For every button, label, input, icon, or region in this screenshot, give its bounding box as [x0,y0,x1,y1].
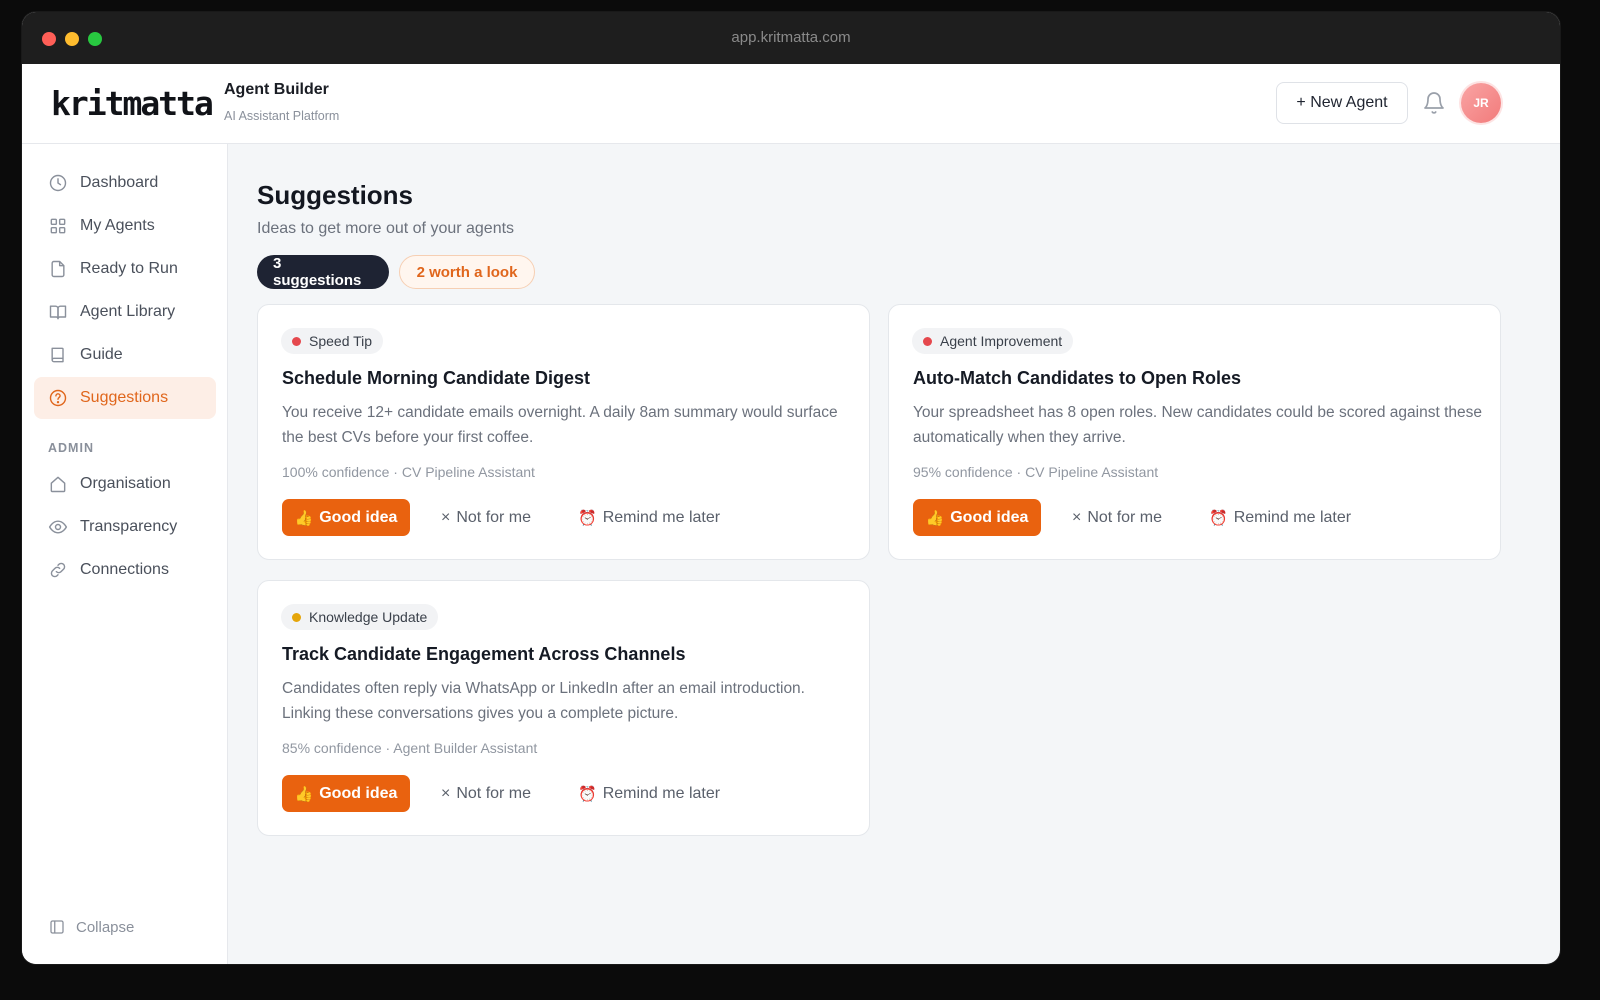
sidebar: Dashboard My Agents Ready to Run Agent L… [22,144,228,964]
suggestion-description: Your spreadsheet has 8 open roles. New c… [913,404,1482,446]
sidebar-item-agent-library[interactable]: Agent Library [34,291,216,333]
app-header: kritmatta Agent Builder AI Assistant Pla… [22,64,1560,144]
close-icon: × [441,508,451,526]
remind-later-label: Remind me later [1233,508,1352,526]
close-icon: × [1072,508,1082,526]
collapse-sidebar-button[interactable]: Collapse [48,918,134,936]
category-tag: Speed Tip [281,328,384,354]
category-dot [292,336,301,346]
thumbs-up-icon: 👍 [925,508,945,527]
sidebar-item-label: Guide [80,346,123,363]
suggestion-title: Track Candidate Engagement Across Channe… [282,644,686,664]
page-subtitle: Ideas to get more out of your agents [257,220,515,237]
suggestion-card: Speed Tip Schedule Morning Candidate Dig… [257,304,870,560]
remind-later-label: Remind me later [602,784,721,802]
category-dot [923,336,932,346]
sidebar-item-organisation[interactable]: Organisation [34,463,216,505]
sidebar-item-my-agents[interactable]: My Agents [34,205,216,247]
app-title: Agent Builder [224,81,329,98]
user-avatar[interactable]: JR [1461,83,1501,123]
not-for-me-label: Not for me [1087,508,1163,526]
suggestion-card: Agent Improvement Auto-Match Candidates … [888,304,1501,560]
sidebar-panel-icon [50,920,64,934]
thumbs-up-icon: 👍 [294,508,314,527]
alarm-clock-icon: ⏰ [578,784,597,803]
sidebar-item-suggestions[interactable]: Suggestions [34,377,216,419]
good-idea-label: Good idea [319,784,398,802]
suggestion-meta: 95% confidence · CV Pipeline Assistant [913,464,1159,480]
suggestion-meta: 85% confidence · Agent Builder Assistant [282,740,538,756]
suggestion-title: Auto-Match Candidates to Open Roles [913,368,1242,388]
good-idea-button[interactable]: 👍 Good idea [282,775,410,812]
category-dot [292,612,301,622]
alarm-clock-icon: ⏰ [578,508,597,527]
not-for-me-button[interactable]: × Not for me [1072,499,1162,536]
address-bar-url: app.kritmatta.com [731,29,851,46]
not-for-me-button[interactable]: × Not for me [441,775,531,812]
app-subtitle: AI Assistant Platform [224,109,340,123]
filter-worth-a-look[interactable]: 2 worth a look [399,255,535,289]
grid-icon [50,218,66,234]
bell-icon[interactable] [1422,91,1446,115]
not-for-me-label: Not for me [456,508,532,526]
collapse-label: Collapse [76,918,135,936]
eye-icon [48,520,68,534]
category-label: Agent Improvement [940,333,1063,349]
category-label: Speed Tip [309,333,373,349]
sidebar-item-label: Connections [80,561,169,578]
remind-later-label: Remind me later [602,508,721,526]
good-idea-button[interactable]: 👍 Good idea [282,499,410,536]
category-tag: Knowledge Update [281,604,439,630]
browser-titlebar: app.kritmatta.com [22,12,1560,64]
new-agent-button[interactable]: + New Agent [1276,82,1408,124]
sidebar-item-label: Agent Library [80,303,176,320]
book-icon [51,347,64,363]
category-label: Knowledge Update [309,609,428,625]
admin-section-label: ADMIN [48,441,94,455]
filter-all-suggestions[interactable]: 3 suggestions [257,255,389,289]
sidebar-item-connections[interactable]: Connections [34,549,216,591]
good-idea-label: Good idea [319,508,398,526]
thumbs-up-icon: 👍 [294,784,314,803]
close-icon: × [441,784,451,802]
link-icon [50,562,66,578]
sidebar-item-label: My Agents [80,217,155,234]
suggestion-meta: 100% confidence · CV Pipeline Assistant [282,464,535,480]
sidebar-item-transparency[interactable]: Transparency [34,506,216,548]
suggestion-description: Candidates often reply via WhatsApp or L… [282,680,805,722]
book-open-icon [49,305,67,320]
home-icon [50,476,66,493]
suggestion-card: Knowledge Update Track Candidate Engagem… [257,580,870,836]
main-content: Suggestions Ideas to get more out of you… [228,144,1560,964]
category-tag: Agent Improvement [912,328,1074,354]
remind-later-button[interactable]: ⏰ Remind me later [578,499,720,536]
alarm-clock-icon: ⏰ [1209,508,1228,527]
help-circle-icon [49,389,67,407]
sidebar-item-dashboard[interactable]: Dashboard [34,162,216,204]
not-for-me-label: Not for me [456,784,532,802]
app-window: app.kritmatta.com kritmatta Agent Builde… [22,12,1560,964]
sidebar-item-label: Suggestions [80,389,169,406]
remind-later-button[interactable]: ⏰ Remind me later [578,775,720,812]
suggestion-title: Schedule Morning Candidate Digest [282,368,591,388]
clock-icon [49,174,67,192]
file-icon [51,260,65,278]
remind-later-button[interactable]: ⏰ Remind me later [1209,499,1351,536]
sidebar-item-ready-to-run[interactable]: Ready to Run [34,248,216,290]
good-idea-label: Good idea [950,508,1029,526]
sidebar-item-label: Dashboard [80,174,159,191]
kritmatta-logo[interactable]: kritmatta [51,84,214,123]
sidebar-item-label: Transparency [80,518,178,535]
suggestion-description: You receive 12+ candidate emails overnig… [282,404,838,446]
sidebar-item-label: Ready to Run [80,260,178,277]
sidebar-item-guide[interactable]: Guide [34,334,216,376]
not-for-me-button[interactable]: × Not for me [441,499,531,536]
page-title: Suggestions [257,180,414,210]
sidebar-item-label: Organisation [80,475,171,492]
good-idea-button[interactable]: 👍 Good idea [913,499,1041,536]
